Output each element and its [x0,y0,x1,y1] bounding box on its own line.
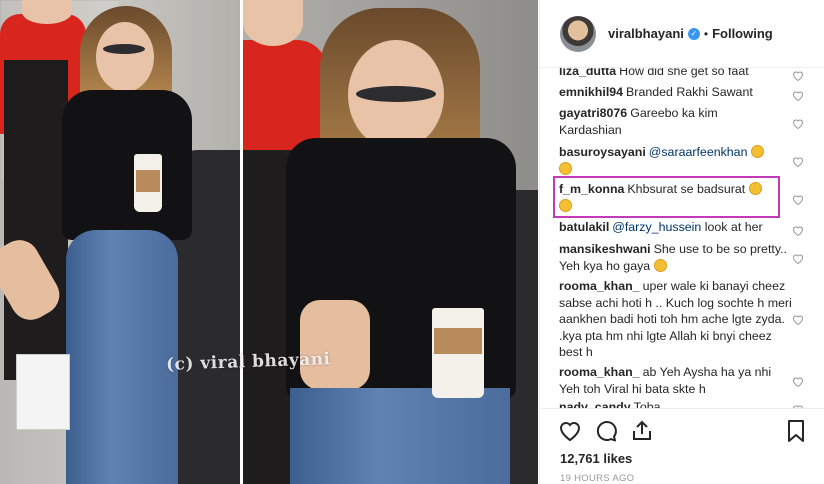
comment-username[interactable]: nadv_candy [559,400,631,408]
post-photo[interactable]: (c) viral bhayani [0,0,538,484]
heart-icon[interactable] [792,251,804,265]
comment-username[interactable]: rooma_khan_ [559,365,640,379]
username-link[interactable]: viralbhayani [608,26,684,41]
woman-jeans-right [290,388,510,484]
cup-sleeve-right [434,328,482,354]
heart-icon[interactable] [792,68,804,82]
cup-sleeve [136,170,160,192]
shopping-bag [16,354,70,430]
man-face [22,0,72,24]
comment-username[interactable]: emnikhil94 [559,85,623,99]
avatar[interactable] [560,15,596,52]
comment-username[interactable]: gayatri8076 [559,106,627,120]
sunglasses [103,44,145,54]
comment-highlight-box [553,176,780,218]
heart-icon[interactable] [792,154,804,168]
heart-icon[interactable] [792,88,804,102]
heart-icon[interactable] [792,374,804,388]
heart-icon[interactable] [792,223,804,237]
comment: rooma_khan_ uper wale ki banayi cheez sab… [559,278,795,361]
like-heart-icon[interactable] [558,419,582,443]
comment-bubble-icon[interactable] [594,419,618,443]
header-separator: • [703,26,709,41]
comment-text: Branded Rakhi Sawant [626,85,753,99]
likes-count[interactable]: 12,761 likes [560,451,632,466]
woman-jeans [66,230,178,484]
verified-badge-icon: ✓ [687,27,700,40]
woman-shirt [62,90,192,240]
comment: mansikeshwani She use to be so pretty.. Y… [559,241,795,274]
post-actions: 12,761 likes 19 HOURS AGO [540,408,824,484]
woman-arm-right [300,300,370,390]
heart-icon[interactable] [792,192,804,206]
comment-username[interactable]: rooma_khan_ [559,279,640,293]
comment: basuroysayani @saraarfeenkhan [559,144,795,177]
post-header: viralbhayani ✓ • Following [540,0,824,68]
comments-list[interactable]: liza_dutta How did she get so faat emnikh… [540,68,824,408]
comment-text: How did she get so faat [619,68,749,78]
comment: liza_dutta How did she get so faat [559,68,795,80]
comment: batulakil @farzy_hussein look at her [559,219,795,236]
sunglasses-right [356,86,436,102]
post-timestamp[interactable]: 19 HOURS AGO [560,473,634,484]
comment-mention[interactable]: @saraarfeenkhan [649,145,748,159]
following-button[interactable]: Following [712,26,773,41]
heart-icon[interactable] [792,312,804,326]
sad-emoji-icon [653,258,667,272]
man-apron [4,60,68,380]
woman-face [96,22,154,92]
comment: gayatri8076 Gareebo ka kim Kardashian [559,105,769,138]
comment-username[interactable]: batulakil [559,220,609,234]
clapping-emoji-icon [559,161,572,175]
comment-text: Toba [633,400,661,408]
comment-text: look at her [704,220,763,234]
comment-mention[interactable]: @farzy_hussein [612,220,701,234]
post-side-panel: viralbhayani ✓ • Following liza_dutta How… [539,0,824,484]
comment-username[interactable]: liza_dutta [559,68,616,78]
clapping-emoji-icon [750,145,764,158]
heart-icon[interactable] [792,116,804,130]
comment-username[interactable]: mansikeshwani [559,242,651,256]
comment: nadv_candy Toba [559,399,795,408]
bookmark-icon[interactable] [784,419,808,443]
comment: rooma_khan_ ab Yeh Aysha ha ya nhi Yeh to… [559,364,795,397]
action-icons [558,419,654,445]
share-icon[interactable] [630,419,654,443]
comment: emnikhil94 Branded Rakhi Sawant [559,84,795,101]
comment-username[interactable]: basuroysayani [559,145,646,159]
man-face-right [243,0,303,46]
